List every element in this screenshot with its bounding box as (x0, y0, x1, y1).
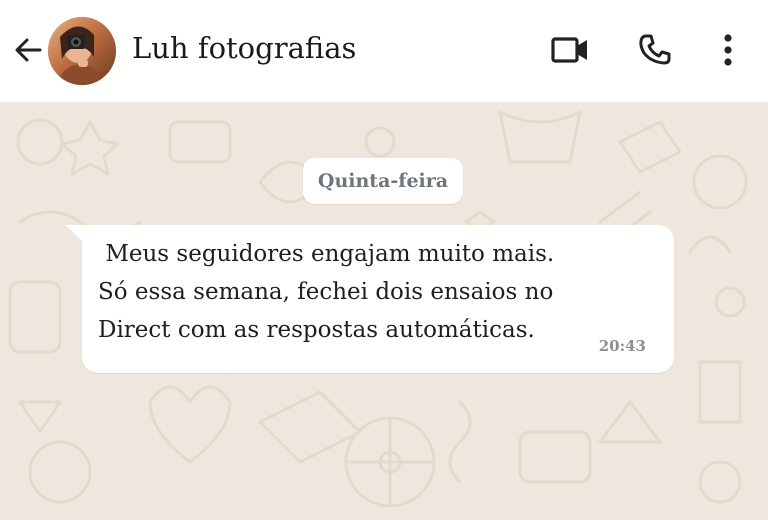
chat-screen: Luh fotografias Quinta-feira Meus seguid… (0, 0, 768, 520)
phone-icon (637, 32, 673, 72)
video-call-button[interactable] (548, 32, 592, 72)
bubble-tail (66, 225, 82, 241)
chat-area[interactable]: Quinta-feira Meus seguidores engajam mui… (0, 102, 768, 520)
avatar[interactable] (48, 17, 116, 85)
more-vertical-icon (723, 33, 733, 71)
arrow-back-icon (12, 34, 44, 70)
voice-call-button[interactable] (634, 30, 676, 74)
chat-header: Luh fotografias (0, 0, 768, 102)
back-button[interactable] (10, 34, 46, 70)
date-divider: Quinta-feira (303, 158, 463, 204)
video-camera-icon (550, 35, 590, 69)
message-bubble[interactable]: Meus seguidores engajam muito mais. Só e… (66, 225, 674, 373)
more-options-button[interactable] (712, 30, 744, 74)
message-timestamp: 20:43 (598, 337, 646, 355)
message-text: Meus seguidores engajam muito mais. Só e… (98, 241, 555, 343)
contact-name[interactable]: Luh fotografias (132, 31, 356, 65)
